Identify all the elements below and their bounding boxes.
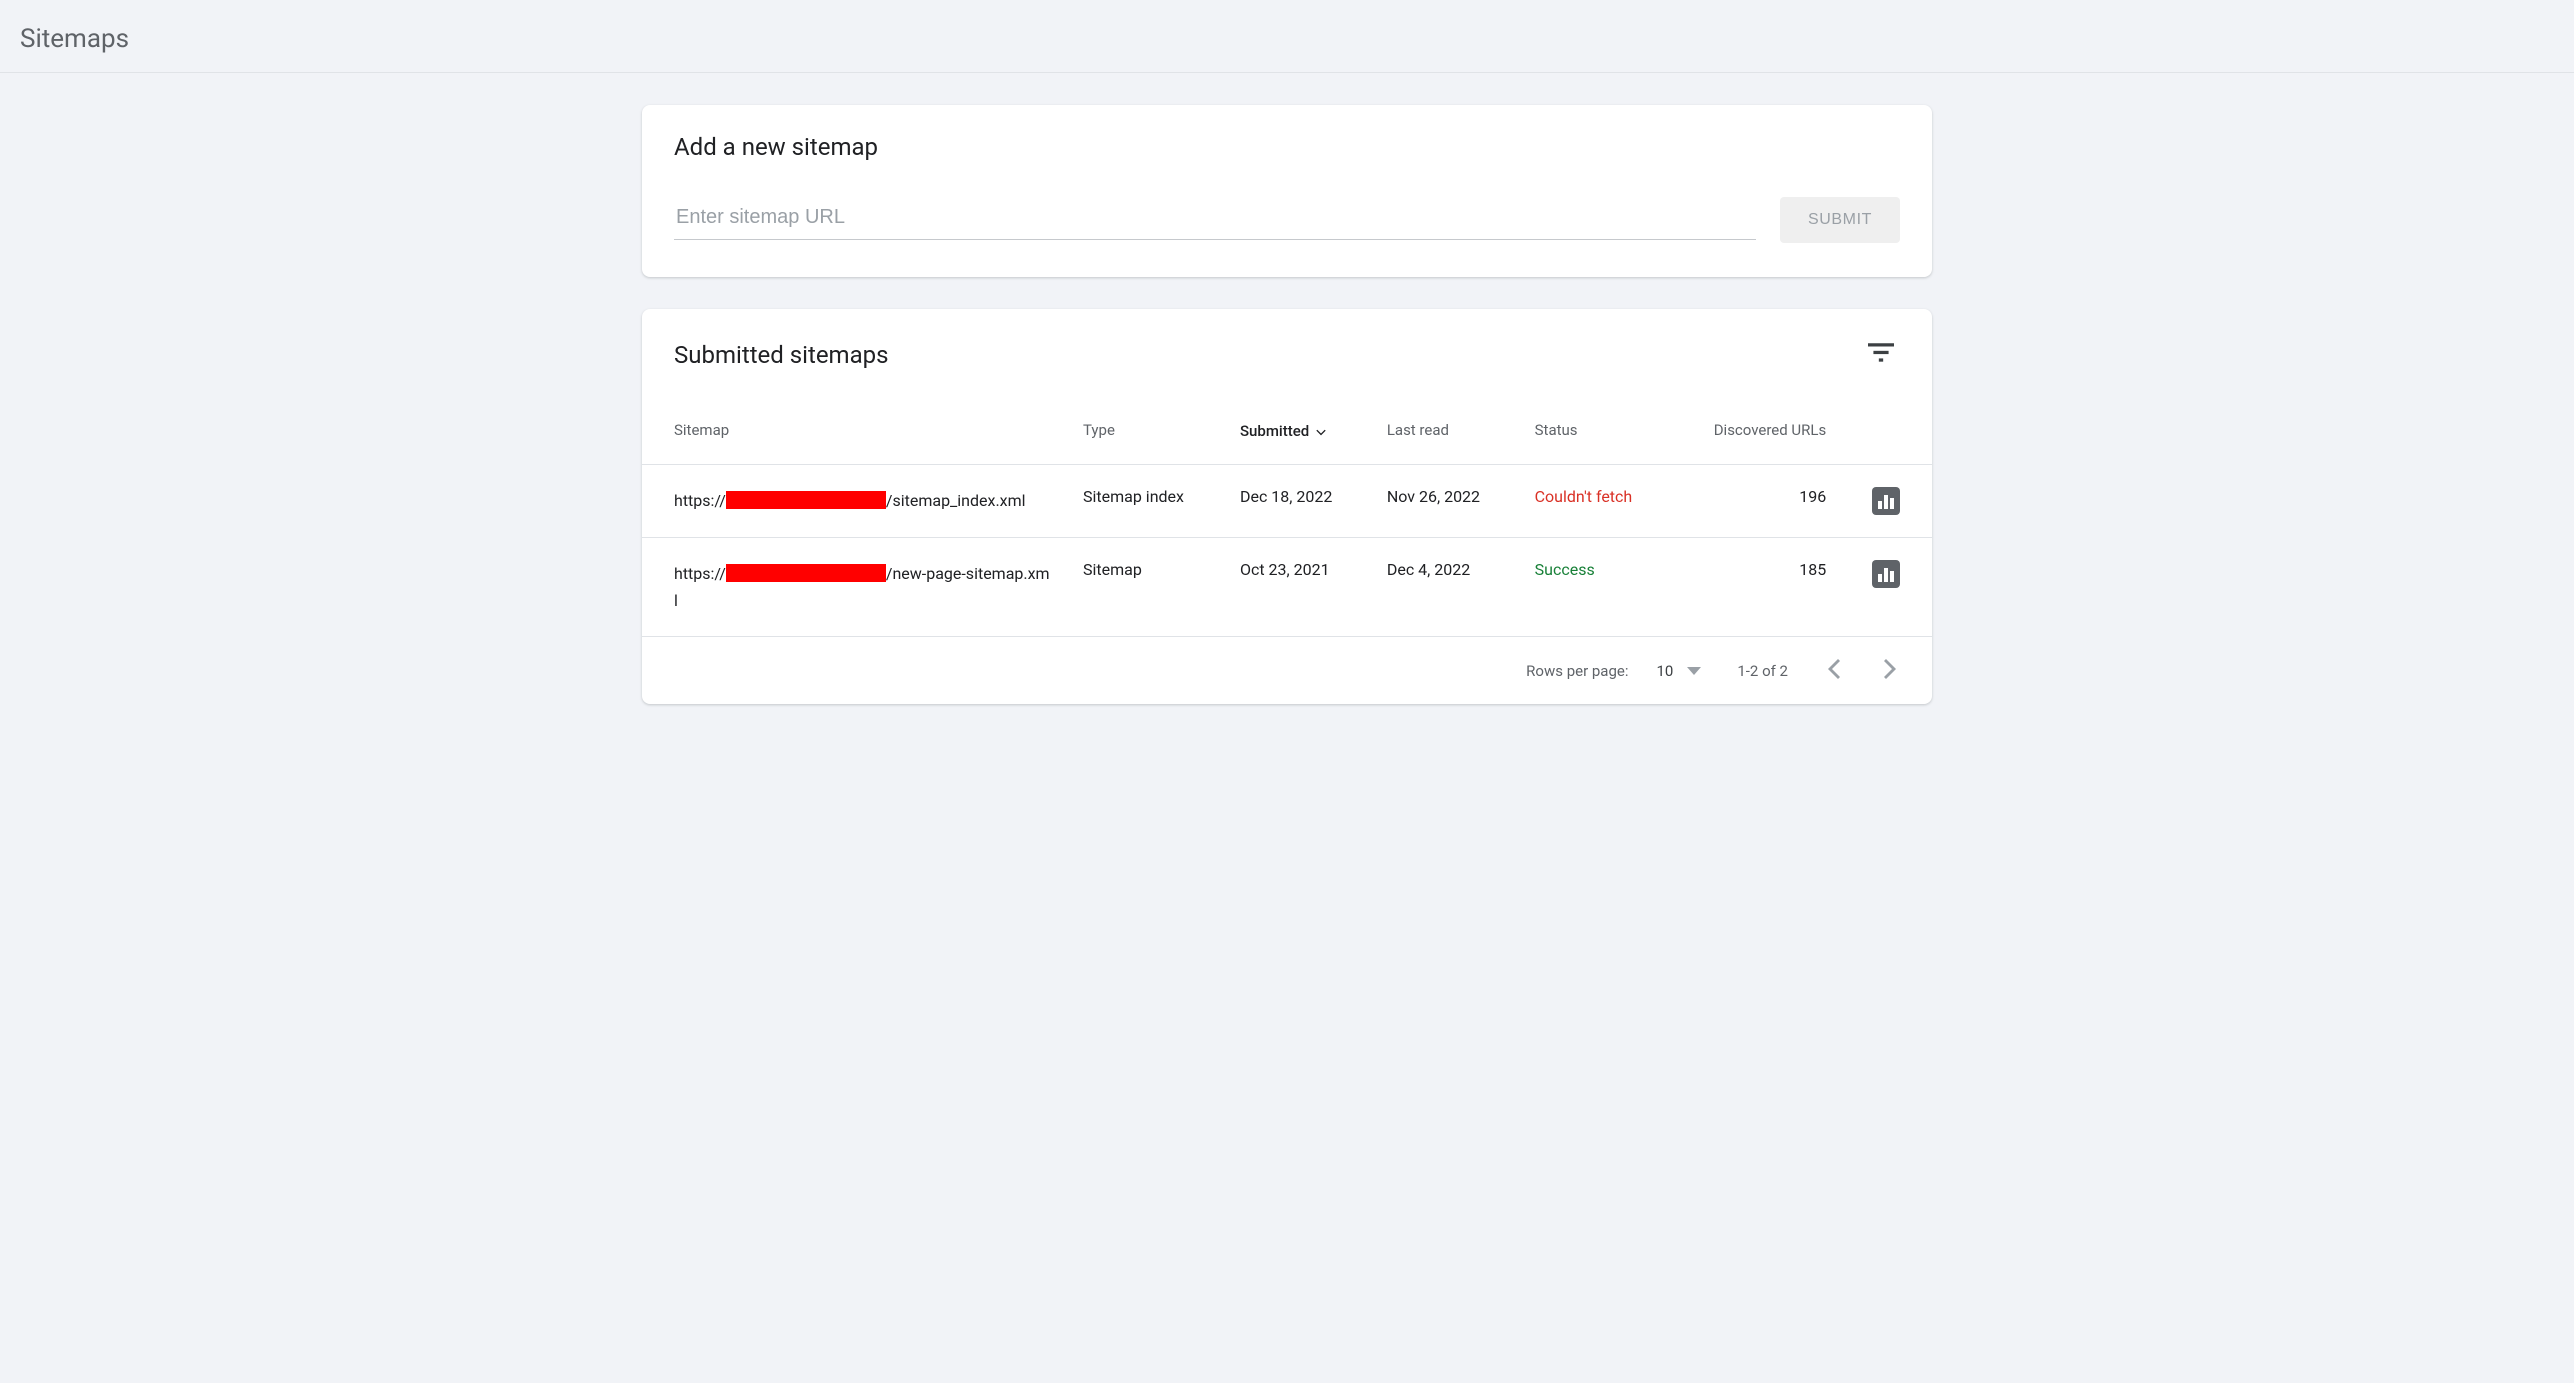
- rows-per-page-select[interactable]: 10: [1656, 662, 1701, 680]
- col-type[interactable]: Type: [1067, 402, 1224, 465]
- add-sitemap-title: Add a new sitemap: [674, 133, 1900, 161]
- redacted-domain: [726, 564, 886, 582]
- cell-type: Sitemap index: [1067, 465, 1224, 538]
- pagination-range: 1-2 of 2: [1737, 662, 1788, 680]
- submit-button[interactable]: SUBMIT: [1780, 197, 1900, 243]
- sitemaps-table: Sitemap Type Submitted Last read Status …: [642, 402, 1932, 637]
- cell-sitemap: https:// /sitemap_index.xml: [642, 465, 1067, 538]
- page-header: Sitemaps: [0, 0, 2574, 73]
- rows-per-page-label: Rows per page:: [1526, 662, 1628, 680]
- view-details-button[interactable]: [1872, 487, 1900, 515]
- url-prefix: https://: [674, 491, 726, 510]
- bar-chart-icon: [1878, 574, 1882, 582]
- cell-discovered: 196: [1672, 465, 1843, 538]
- col-last-read[interactable]: Last read: [1371, 402, 1519, 465]
- cell-type: Sitemap: [1067, 538, 1224, 637]
- cell-discovered: 185: [1672, 538, 1843, 637]
- next-page-button[interactable]: [1880, 655, 1900, 686]
- filter-button[interactable]: [1862, 337, 1900, 372]
- cell-actions: [1842, 538, 1932, 637]
- content-area: Add a new sitemap SUBMIT Submitted sitem…: [642, 73, 1932, 796]
- table-footer: Rows per page: 10 1-2 of 2: [642, 637, 1932, 704]
- cell-last-read: Dec 4, 2022: [1371, 538, 1519, 637]
- rows-per-page-value: 10: [1656, 662, 1673, 680]
- add-sitemap-card: Add a new sitemap SUBMIT: [642, 105, 1932, 277]
- col-submitted-label: Submitted: [1240, 422, 1309, 440]
- submitted-sitemaps-title: Submitted sitemaps: [674, 341, 889, 369]
- cell-status: Couldn't fetch: [1519, 465, 1672, 538]
- cell-last-read: Nov 26, 2022: [1371, 465, 1519, 538]
- table-row[interactable]: https:// /sitemap_index.xml Sitemap index…: [642, 465, 1932, 538]
- col-sitemap[interactable]: Sitemap: [642, 402, 1067, 465]
- url-prefix: https://: [674, 564, 726, 583]
- cell-submitted: Dec 18, 2022: [1224, 465, 1371, 538]
- arrow-down-icon: [1313, 422, 1329, 442]
- page-title: Sitemaps: [20, 24, 2554, 54]
- chevron-left-icon: [1828, 659, 1840, 679]
- rows-per-page-group: Rows per page: 10: [1526, 662, 1701, 680]
- table-row[interactable]: https:///new-page-sitemap.xml Sitemap Oc…: [642, 538, 1932, 637]
- redacted-domain: [726, 491, 886, 509]
- col-submitted[interactable]: Submitted: [1224, 402, 1371, 465]
- sitemap-url-input[interactable]: [674, 200, 1756, 240]
- cell-status: Success: [1519, 538, 1672, 637]
- col-status[interactable]: Status: [1519, 402, 1672, 465]
- url-suffix: /sitemap_index.xml: [886, 491, 1026, 510]
- cell-submitted: Oct 23, 2021: [1224, 538, 1371, 637]
- filter-icon: [1868, 343, 1894, 363]
- list-header: Submitted sitemaps: [642, 309, 1932, 402]
- cell-sitemap: https:///new-page-sitemap.xml: [642, 538, 1067, 637]
- view-details-button[interactable]: [1872, 560, 1900, 588]
- bar-chart-icon: [1878, 501, 1882, 509]
- add-sitemap-row: SUBMIT: [674, 197, 1900, 243]
- prev-page-button[interactable]: [1824, 655, 1844, 686]
- cell-actions: [1842, 465, 1932, 538]
- submitted-sitemaps-card: Submitted sitemaps Sitemap Type Submitte…: [642, 309, 1932, 704]
- col-actions: [1842, 402, 1932, 465]
- col-discovered[interactable]: Discovered URLs: [1672, 402, 1843, 465]
- chevron-right-icon: [1884, 659, 1896, 679]
- chevron-down-icon: [1687, 667, 1701, 675]
